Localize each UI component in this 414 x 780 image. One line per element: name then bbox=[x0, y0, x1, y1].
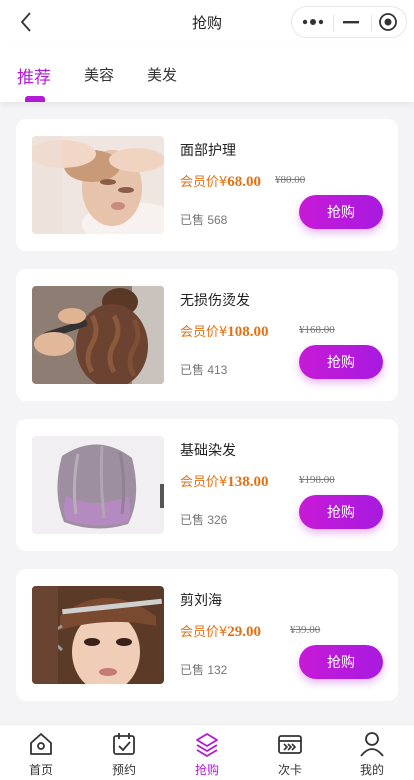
user-icon bbox=[360, 732, 384, 757]
tab-beauty[interactable]: 美容 bbox=[84, 64, 114, 85]
product-name: 剪刘海 bbox=[180, 592, 222, 608]
tabbar-item-home[interactable]: 首页 bbox=[11, 731, 71, 778]
member-price: 会员价¥29.00 bbox=[180, 624, 262, 640]
original-price: ¥39.00 bbox=[290, 624, 321, 636]
tabbar-item-flash-sale[interactable]: 抢购 bbox=[177, 731, 237, 778]
original-price: ¥168.00 bbox=[299, 324, 335, 336]
calendar-icon bbox=[113, 733, 135, 755]
product-card[interactable]: 基础染发 会员价¥138.00 ¥198.00 已售 326 抢购 bbox=[16, 419, 398, 551]
product-name: 基础染发 bbox=[180, 442, 236, 458]
more-dots-icon bbox=[302, 19, 324, 25]
nav-bar: 抢购 bbox=[0, 0, 414, 44]
minus-icon bbox=[343, 21, 359, 24]
product-card[interactable]: 剪刘海 会员价¥29.00 ¥39.00 已售 132 抢购 bbox=[16, 569, 398, 701]
sold-count: 已售 568 bbox=[180, 213, 228, 227]
close-app-button[interactable] bbox=[369, 7, 407, 37]
tabbar-item-mine[interactable]: 我的 bbox=[342, 731, 402, 778]
more-button[interactable] bbox=[294, 7, 332, 37]
member-price: 会员价¥68.00 bbox=[180, 174, 262, 190]
buy-button[interactable]: 抢购 bbox=[299, 195, 383, 229]
tab-recommend[interactable]: 推荐 bbox=[17, 63, 51, 88]
dyed-hair-photo bbox=[32, 436, 164, 534]
tabbar-item-card[interactable]: 次卡 bbox=[260, 731, 320, 778]
product-name: 无损伤烫发 bbox=[180, 292, 250, 308]
bangs-cut-photo bbox=[32, 586, 164, 684]
home-icon bbox=[30, 733, 52, 755]
minimize-button[interactable] bbox=[332, 7, 370, 37]
layers-icon bbox=[196, 733, 218, 757]
product-name: 面部护理 bbox=[180, 142, 236, 158]
tabbar-label: 抢购 bbox=[194, 763, 219, 777]
category-tabs: 推荐 美容 美发 bbox=[0, 44, 414, 102]
hair-curling-photo bbox=[32, 286, 164, 384]
product-card[interactable]: 无损伤烫发 会员价¥108.00 ¥168.00 已售 413 抢购 bbox=[16, 269, 398, 401]
buy-button[interactable]: 抢购 bbox=[299, 495, 383, 529]
tabbar-label: 首页 bbox=[28, 763, 53, 777]
tabbar-item-booking[interactable]: 预约 bbox=[94, 731, 154, 778]
target-circle-icon bbox=[379, 13, 397, 31]
original-price: ¥198.00 bbox=[299, 474, 335, 486]
member-price: 会员价¥108.00 bbox=[180, 324, 269, 340]
tab-hair[interactable]: 美发 bbox=[147, 64, 177, 85]
tab-indicator bbox=[25, 96, 45, 102]
sold-count: 已售 132 bbox=[180, 663, 228, 677]
bottom-tab-bar: 首页 预约 抢购 次卡 我的 bbox=[0, 724, 414, 780]
product-card[interactable]: 面部护理 会员价¥68.00 ¥80.00 已售 568 抢购 bbox=[16, 119, 398, 251]
tabbar-label: 预约 bbox=[111, 763, 136, 777]
sold-count: 已售 326 bbox=[180, 513, 228, 527]
sold-count: 已售 413 bbox=[180, 363, 228, 377]
mini-program-capsule bbox=[291, 6, 407, 38]
card-icon bbox=[278, 735, 302, 754]
tabbar-label: 我的 bbox=[359, 763, 384, 777]
buy-button[interactable]: 抢购 bbox=[299, 345, 383, 379]
facial-treatment-photo bbox=[32, 136, 164, 234]
member-price: 会员价¥138.00 bbox=[180, 474, 269, 490]
original-price: ¥80.00 bbox=[275, 174, 306, 186]
buy-button[interactable]: 抢购 bbox=[299, 645, 383, 679]
tabbar-label: 次卡 bbox=[277, 763, 302, 777]
